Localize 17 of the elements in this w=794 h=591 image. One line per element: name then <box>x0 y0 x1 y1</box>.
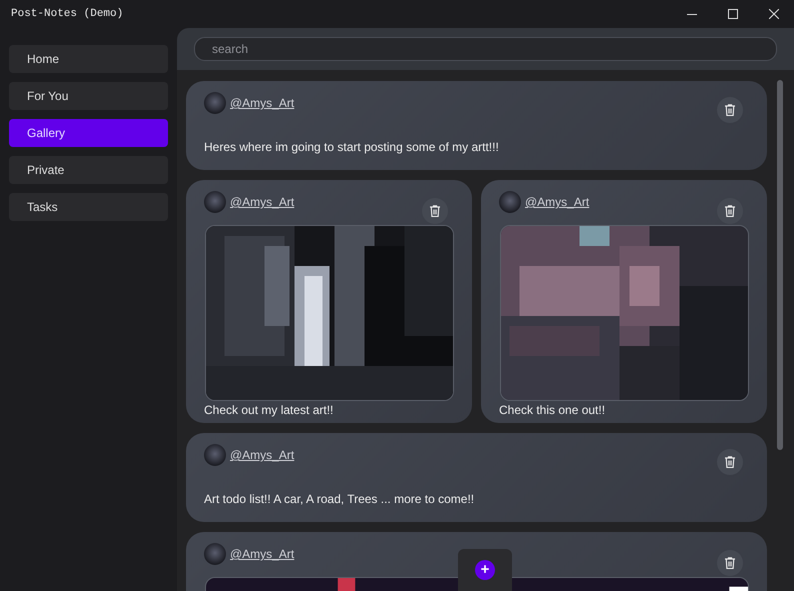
username-link[interactable]: @Amys_Art <box>230 96 294 110</box>
post-text: Art todo list!! A car, A road, Trees ... more to come!! <box>204 492 476 506</box>
nav-item[interactable]: Home <box>9 45 168 73</box>
post-caption: Check out my latest art!! <box>204 403 334 417</box>
username-link[interactable]: @Amys_Art <box>230 195 294 209</box>
nav-item[interactable]: Gallery <box>9 119 168 147</box>
username-link[interactable]: @Amys_Art <box>230 547 294 561</box>
window-title: Post-Notes (Demo) <box>11 8 124 20</box>
username-link[interactable]: @Amys_Art <box>525 195 590 209</box>
search-field[interactable]: search <box>194 37 777 61</box>
post-text: Heres where im going to start posting some of my artt!!! <box>204 140 500 154</box>
nav-item[interactable]: Private <box>9 156 168 184</box>
nav-item[interactable]: Tasks <box>9 193 168 221</box>
nav-item[interactable]: For You <box>9 82 168 110</box>
post-caption: Check this one out!! <box>499 403 606 417</box>
add-button[interactable]: + <box>475 560 495 580</box>
username-link[interactable]: @Amys_Art <box>230 448 294 462</box>
